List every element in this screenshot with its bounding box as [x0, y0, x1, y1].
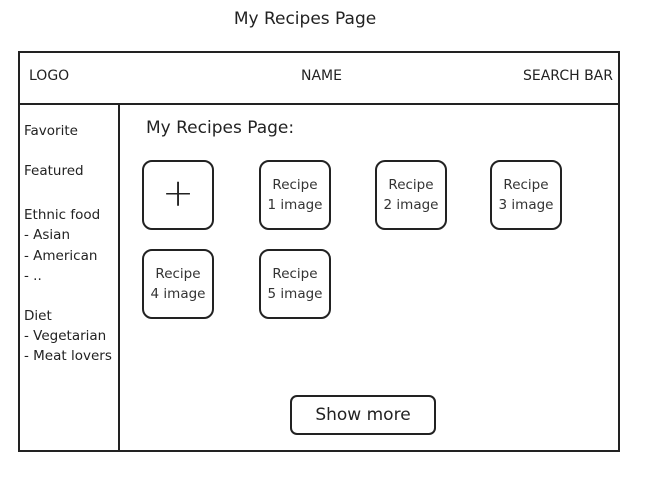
- sidebar-item-american[interactable]: - American: [24, 248, 97, 264]
- sidebar-item-diet[interactable]: Diet: [24, 308, 52, 324]
- recipe-card[interactable]: Recipe 5 image: [259, 249, 331, 319]
- recipe-card-label: Recipe 2 image: [383, 177, 439, 213]
- app-frame: LOGO NAME SEARCH BAR Favorite Featured E…: [18, 51, 620, 452]
- recipe-card[interactable]: Recipe 4 image: [142, 249, 214, 319]
- sidebar-item-featured[interactable]: Featured: [24, 163, 84, 179]
- logo[interactable]: LOGO: [29, 68, 69, 84]
- recipe-card-label: Recipe 3 image: [498, 177, 554, 213]
- recipe-card[interactable]: Recipe 2 image: [375, 160, 447, 230]
- sidebar-item-favorite[interactable]: Favorite: [24, 123, 78, 139]
- show-more-button[interactable]: Show more: [290, 395, 436, 435]
- sidebar-item-asian[interactable]: - Asian: [24, 227, 70, 243]
- sidebar-item-vegetarian[interactable]: - Vegetarian: [24, 328, 106, 344]
- sidebar-item-more[interactable]: - ..: [24, 268, 42, 284]
- sidebar-item-ethnic-food[interactable]: Ethnic food: [24, 207, 100, 223]
- add-recipe-button[interactable]: +: [142, 160, 214, 230]
- site-name: NAME: [301, 68, 342, 84]
- header: LOGO NAME SEARCH BAR: [20, 53, 618, 105]
- plus-icon: +: [162, 171, 194, 215]
- sidebar: Favorite Featured Ethnic food - Asian - …: [20, 105, 120, 450]
- page-caption: My Recipes Page: [233, 9, 377, 29]
- main-content: My Recipes Page: + Recipe 1 image Recipe…: [120, 105, 618, 450]
- recipe-card[interactable]: Recipe 3 image: [490, 160, 562, 230]
- recipe-card-label: Recipe 4 image: [150, 266, 206, 302]
- recipe-card[interactable]: Recipe 1 image: [259, 160, 331, 230]
- search-bar[interactable]: SEARCH BAR: [523, 68, 613, 84]
- recipe-card-label: Recipe 1 image: [267, 177, 323, 213]
- sidebar-item-meat-lovers[interactable]: - Meat lovers: [24, 348, 112, 364]
- main-title: My Recipes Page:: [146, 118, 295, 138]
- recipe-card-label: Recipe 5 image: [267, 266, 323, 302]
